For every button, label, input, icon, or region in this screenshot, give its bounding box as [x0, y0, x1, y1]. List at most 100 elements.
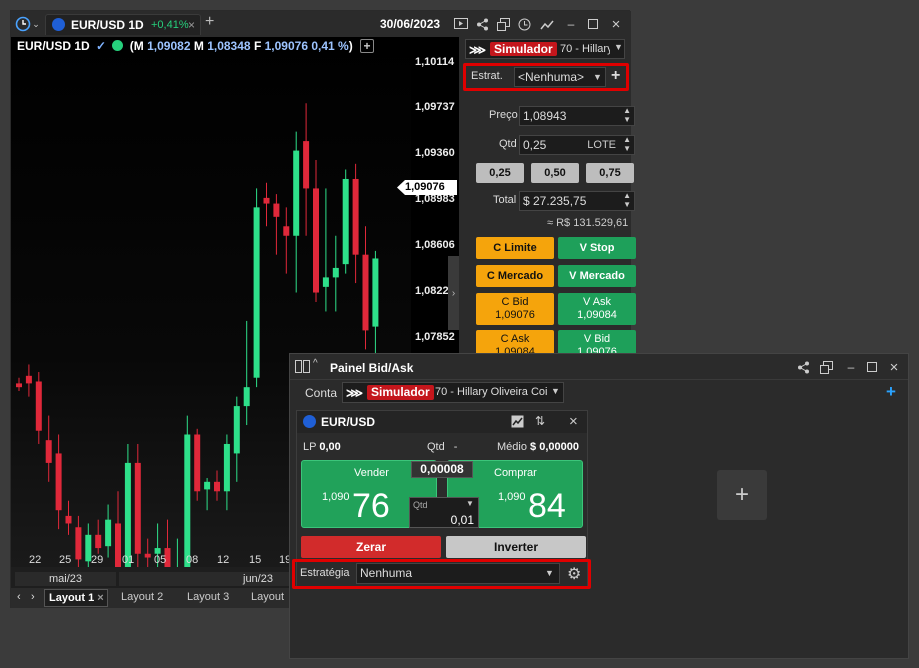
close-window-icon[interactable]: ×	[608, 16, 624, 33]
euro-flag-icon	[303, 415, 316, 428]
history-icon[interactable]	[516, 16, 532, 32]
sell-ask-button[interactable]: V Ask 1,09084	[558, 293, 636, 325]
x-tick: 12	[217, 554, 230, 566]
tab-layout-4[interactable]: Layout	[251, 591, 284, 603]
candle-body	[332, 267, 339, 278]
zero-position-button[interactable]: Zerar	[301, 536, 441, 558]
detach-icon[interactable]	[818, 359, 834, 375]
account-label: Conta	[305, 386, 338, 400]
x-tick: 25	[59, 554, 72, 566]
candle-body	[263, 197, 270, 204]
legend-symbol: EUR/USD 1D	[17, 39, 90, 53]
avg-field: Médio $ 0,00000	[497, 441, 579, 453]
strategy-select[interactable]: <Nenhuma> ▼	[514, 67, 606, 87]
x-tick: 22	[29, 554, 42, 566]
invert-position-button[interactable]: Inverter	[446, 536, 586, 558]
replay-icon[interactable]	[453, 16, 469, 32]
price-label: Preço	[489, 109, 518, 121]
maximize-icon[interactable]	[585, 16, 601, 32]
add-strategy-icon[interactable]: +	[611, 67, 620, 85]
quick-qty-button[interactable]: 0,25	[476, 163, 524, 183]
next-layout-icon[interactable]: ›	[31, 591, 35, 603]
add-panel-icon[interactable]: +	[886, 382, 896, 402]
spread-display: 0,00008	[411, 461, 473, 478]
candle-body	[283, 226, 290, 236]
candle-body	[372, 258, 379, 327]
price-input[interactable]: 1,08943 ▲ ▼	[519, 106, 635, 126]
buy-price-prefix: 1,090	[498, 491, 526, 503]
add-card-button[interactable]: +	[717, 470, 767, 520]
tab-layout-2[interactable]: Layout 2	[121, 591, 163, 603]
buy-limit-button[interactable]: C Limite	[476, 237, 554, 259]
buy-bid-button[interactable]: C Bid 1,09076	[476, 293, 554, 325]
minimize-icon[interactable]: –	[563, 16, 579, 32]
detach-icon[interactable]	[495, 16, 511, 32]
qty-box[interactable]: Qtd ▼ 0,01	[409, 497, 479, 528]
chart-icon[interactable]	[511, 415, 524, 431]
qty-unit: LOTE	[587, 139, 616, 151]
strategy-select[interactable]: Nenhuma ▼	[356, 563, 560, 584]
tab-layout-3[interactable]: Layout 3	[187, 591, 229, 603]
chevron-down-icon: ▼	[545, 568, 554, 578]
x-tick: 05	[154, 554, 167, 566]
month-label: mai/23	[15, 572, 116, 586]
collapse-panel-handle[interactable]: ›	[448, 256, 459, 330]
qty-input[interactable]: 0,25 LOTE ▲ ▼	[519, 135, 635, 155]
candle-body	[322, 277, 329, 287]
close-layout-icon[interactable]: ×	[97, 592, 103, 604]
account-select[interactable]: ⋙ Simulador 70 - Hillary Oliveira Coir ▼	[342, 382, 564, 403]
gear-icon[interactable]: ⚙	[567, 564, 581, 584]
close-tab-icon[interactable]: ×	[188, 18, 195, 32]
card-symbol: EUR/USD	[321, 415, 376, 429]
trend-icon[interactable]	[539, 16, 555, 32]
close-card-icon[interactable]: ×	[569, 413, 578, 430]
account-select[interactable]: ⋙ Simulador 70 - Hillary ▼	[465, 39, 625, 59]
candle-body	[154, 548, 161, 554]
y-tick: 1,10114	[415, 56, 455, 68]
chevron-up-icon[interactable]: ^	[313, 358, 318, 369]
maximize-icon[interactable]	[864, 359, 880, 375]
close-window-icon[interactable]: ×	[886, 359, 902, 376]
account-name: 70 - Hillary	[560, 43, 610, 55]
strategy-label: Estratégia	[300, 567, 350, 579]
tab-layout-1[interactable]: Layout 1 ×	[44, 589, 108, 607]
sell-label: Vender	[354, 467, 389, 479]
add-tab-icon[interactable]: +	[205, 13, 214, 31]
candle-body	[45, 440, 52, 463]
candle-body	[75, 527, 82, 560]
bidask-window: ^ Painel Bid/Ask – × Conta ⋙ Simulador 7…	[289, 353, 909, 659]
prev-layout-icon[interactable]: ‹	[17, 591, 21, 603]
add-indicator-icon[interactable]: +	[360, 39, 375, 53]
buy-market-button[interactable]: C Mercado	[476, 265, 554, 287]
chevron-down-icon[interactable]: ⌄	[31, 16, 41, 32]
candle-body	[204, 481, 211, 490]
share-icon[interactable]	[474, 16, 490, 32]
approx-brl: ≈ R$ 131.529,61	[547, 217, 629, 229]
y-tick: 1,08606	[415, 239, 455, 251]
sell-price-big: 76	[352, 487, 390, 525]
quick-qty-button[interactable]: 0,50	[531, 163, 579, 183]
chart-date: 30/06/2023	[380, 17, 441, 31]
x-tick: 01	[122, 554, 135, 566]
candle-body	[303, 141, 310, 189]
total-input[interactable]: $ 27.235,75 ▲ ▼	[519, 191, 635, 211]
candle-body	[134, 462, 141, 554]
share-icon[interactable]	[795, 359, 811, 375]
settings-sliders-icon[interactable]: ⇅	[535, 414, 545, 428]
candle-body	[233, 406, 240, 454]
candle-body	[214, 481, 220, 492]
candle-body	[293, 150, 300, 236]
spinner-icon[interactable]: ▲ ▼	[623, 106, 631, 124]
candle-body	[184, 434, 191, 573]
candle-body	[35, 381, 42, 431]
quick-qty-button[interactable]: 0,75	[586, 163, 634, 183]
spinner-icon[interactable]: ▲ ▼	[623, 191, 631, 209]
clock-icon[interactable]	[15, 16, 31, 32]
minimize-icon[interactable]: –	[843, 359, 859, 375]
candle-body	[16, 383, 22, 388]
tab-eurusd[interactable]: EUR/USD 1D +0,41% ×	[45, 14, 201, 35]
sell-stop-button[interactable]: V Stop	[558, 237, 636, 259]
order-panel: ⋙ Simulador 70 - Hillary ▼ Estrat. <Nenh…	[459, 37, 636, 362]
spinner-icon[interactable]: ▲ ▼	[623, 135, 631, 153]
sell-market-button[interactable]: V Mercado	[558, 265, 636, 287]
